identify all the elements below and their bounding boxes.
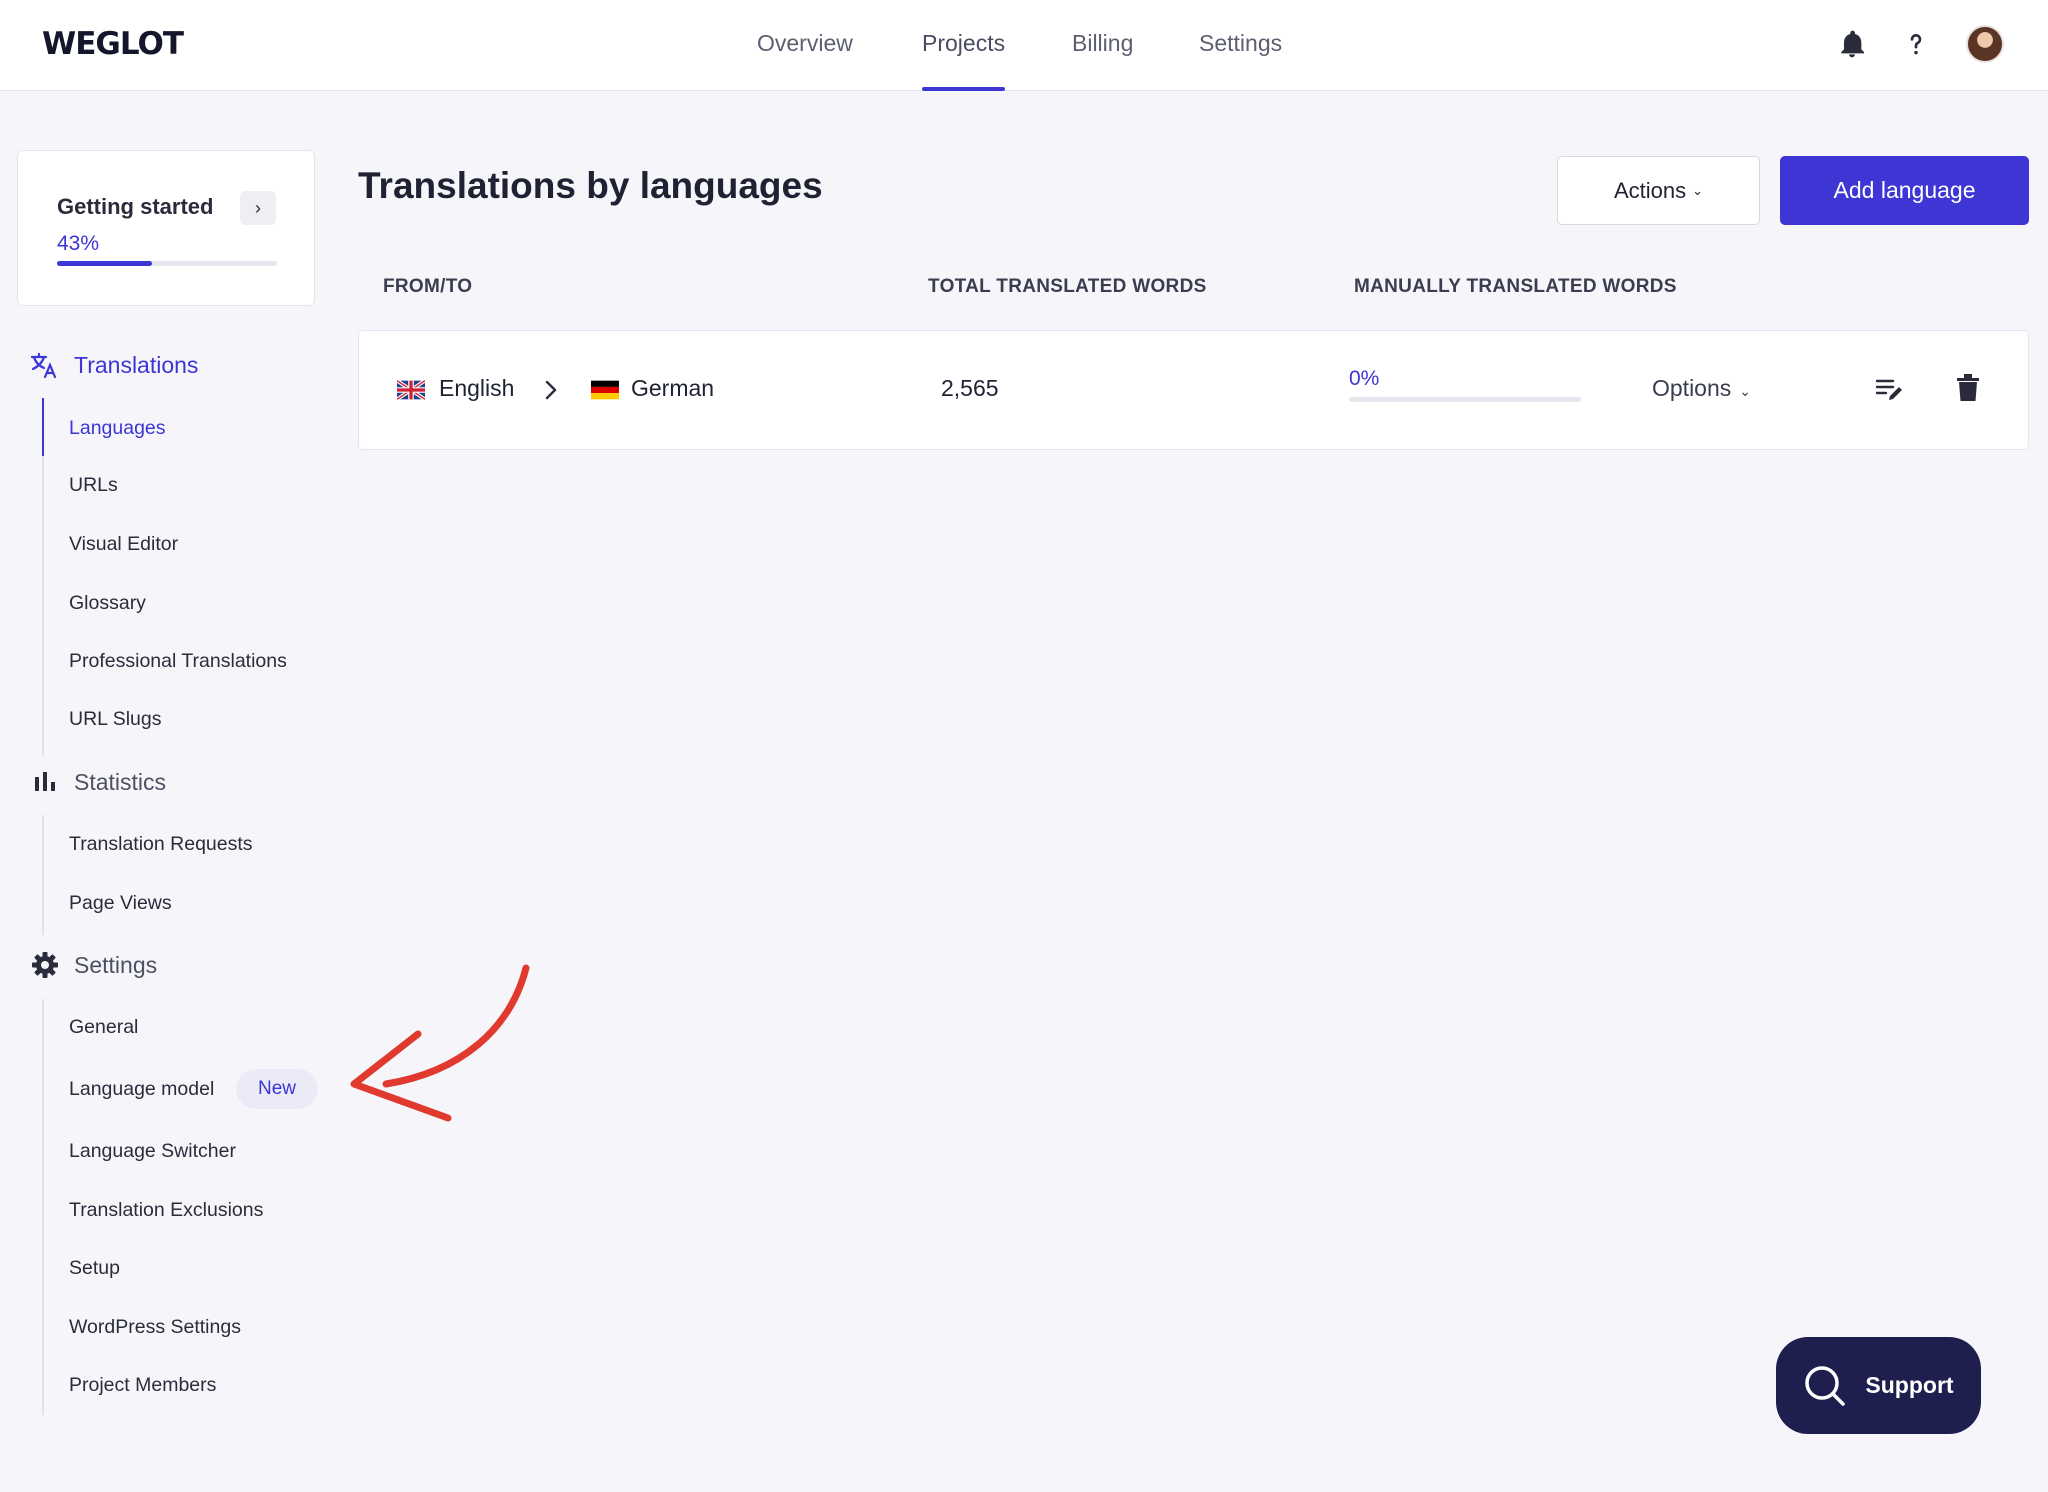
sidebar-item-translation-exclusions[interactable]: Translation Exclusions xyxy=(69,1195,263,1225)
gear-icon xyxy=(32,952,58,978)
column-header-manual-words: MANUALLY TRANSLATED WORDS xyxy=(1354,276,1677,297)
getting-started-progress-bar xyxy=(57,261,277,266)
new-badge: New xyxy=(236,1069,318,1109)
edit-translations-icon[interactable] xyxy=(1875,376,1905,404)
avatar[interactable] xyxy=(1966,25,2004,63)
actions-button[interactable]: Actions ⌄ xyxy=(1557,156,1760,225)
chevron-down-icon: ⌄ xyxy=(1739,383,1751,399)
actions-button-label: Actions xyxy=(1613,177,1687,203)
nav-billing[interactable]: Billing xyxy=(1072,30,1133,91)
options-dropdown[interactable]: Options ⌄ xyxy=(1652,375,1751,402)
bell-icon[interactable] xyxy=(1836,28,1868,60)
bar-chart-icon xyxy=(35,772,55,791)
active-indicator xyxy=(42,398,44,456)
search-icon xyxy=(1805,1365,1846,1406)
top-navigation: Overview Projects Billing Settings xyxy=(0,0,2048,91)
manual-percent: 0% xyxy=(1349,367,1380,390)
sidebar-section-translations[interactable]: Translations xyxy=(30,345,198,385)
support-button[interactable]: Support xyxy=(1776,1337,1981,1434)
sidebar-item-setup[interactable]: Setup xyxy=(69,1253,120,1283)
target-language: German xyxy=(631,375,715,401)
sidebar-item-language-switcher[interactable]: Language Switcher xyxy=(69,1136,236,1166)
support-label: Support xyxy=(1865,1372,1954,1398)
delete-icon[interactable] xyxy=(1955,373,1981,403)
total-translated-words: 2,565 xyxy=(941,375,999,401)
column-header-total-words: TOTAL TRANSLATED WORDS xyxy=(928,276,1207,297)
sidebar-item-url-slugs[interactable]: URL Slugs xyxy=(69,704,161,734)
getting-started-title: Getting started xyxy=(57,194,214,219)
sidebar-item-visual-editor[interactable]: Visual Editor xyxy=(69,529,178,559)
chevron-right-icon xyxy=(545,380,557,400)
sidebar-section-label: Translations xyxy=(74,351,199,378)
sidebar-divider-line xyxy=(42,999,44,1415)
sidebar-item-languages[interactable]: Languages xyxy=(69,413,166,443)
getting-started-card[interactable]: Getting started › 43% xyxy=(17,150,315,306)
sidebar-item-wordpress-settings[interactable]: WordPress Settings xyxy=(69,1312,241,1342)
uk-flag-icon xyxy=(397,380,425,400)
sidebar-section-label: Settings xyxy=(74,951,158,978)
add-language-button[interactable]: Add language xyxy=(1780,156,2029,225)
translate-icon xyxy=(30,352,57,379)
nav-projects[interactable]: Projects xyxy=(922,30,1006,91)
sidebar-item-page-views[interactable]: Page Views xyxy=(69,888,172,918)
chevron-down-icon: ⌄ xyxy=(1692,182,1704,198)
nav-overview[interactable]: Overview xyxy=(757,30,853,91)
sidebar-section-settings[interactable]: Settings xyxy=(30,945,157,985)
getting-started-percent: 43% xyxy=(57,232,100,255)
sidebar-item-translation-requests[interactable]: Translation Requests xyxy=(69,829,253,859)
top-bar: WEGLOT Overview Projects Billing Setting… xyxy=(0,0,2048,91)
sidebar-item-general[interactable]: General xyxy=(69,1012,138,1042)
annotation-arrow xyxy=(350,964,530,1122)
sidebar-section-statistics[interactable]: Statistics xyxy=(30,762,166,802)
sidebar-item-language-model[interactable]: Language model xyxy=(69,1074,214,1104)
source-language: English xyxy=(439,375,515,401)
column-header-from-to: FROM/TO xyxy=(383,276,473,297)
help-icon[interactable] xyxy=(1900,28,1932,60)
options-label: Options xyxy=(1652,375,1732,401)
germany-flag-icon xyxy=(591,380,619,400)
page-title: Translations by languages xyxy=(358,165,823,206)
chevron-right-icon[interactable]: › xyxy=(240,191,276,225)
sidebar-item-glossary[interactable]: Glossary xyxy=(69,588,146,618)
nav-settings[interactable]: Settings xyxy=(1199,30,1282,91)
manual-progress-bar xyxy=(1349,397,1581,402)
table-row[interactable]: English German 2,565 0% Options ⌄ xyxy=(358,330,2029,450)
sidebar-item-professional-translations[interactable]: Professional Translations xyxy=(69,646,287,676)
sidebar-section-label: Statistics xyxy=(74,768,167,795)
getting-started-progress-fill xyxy=(57,261,152,266)
sidebar-item-urls[interactable]: URLs xyxy=(69,470,118,500)
sidebar-divider-line xyxy=(42,398,44,756)
sidebar-item-project-members[interactable]: Project Members xyxy=(69,1370,216,1400)
sidebar-divider-line xyxy=(42,815,44,935)
